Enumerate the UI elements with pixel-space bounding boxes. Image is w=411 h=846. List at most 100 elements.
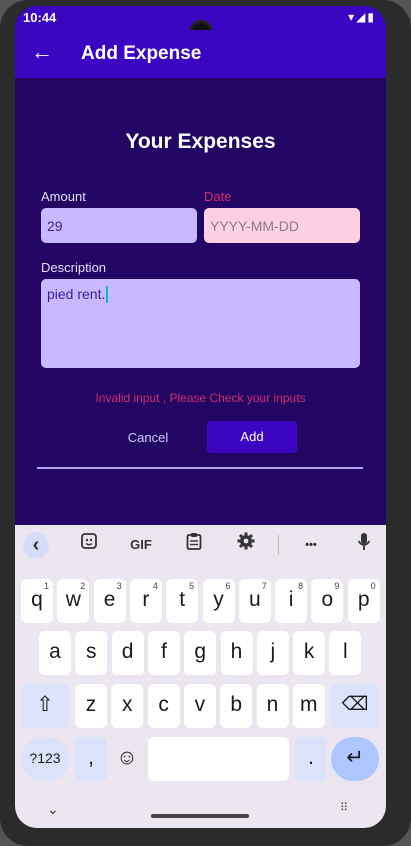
soft-keyboard: ‹ GIF ••• q1w2e3r4t5y6u7i8o9p0 asdfghjk	[15, 525, 386, 828]
key-e[interactable]: e3	[93, 579, 126, 623]
key-label: p	[357, 588, 370, 611]
key-hint: 9	[334, 581, 340, 591]
keyboard-toolbar: ‹ GIF •••	[15, 525, 386, 565]
key-u[interactable]: u7	[238, 579, 271, 623]
key-s[interactable]: s	[75, 631, 108, 675]
key-label: k	[303, 640, 315, 663]
key-hint: 0	[370, 581, 376, 591]
expense-form: Your Expenses Amount 29 Date YYYY-MM-DD …	[15, 78, 386, 524]
key-l[interactable]: l	[329, 631, 362, 675]
key-label: f	[160, 640, 167, 663]
key-label: h	[230, 640, 243, 663]
key-label: s	[86, 640, 97, 663]
key-j[interactable]: j	[256, 631, 289, 675]
settings-gear-icon[interactable]	[235, 532, 257, 558]
key-label: x	[122, 693, 133, 716]
navigation-handle[interactable]	[151, 814, 249, 818]
key-hint: 5	[189, 581, 195, 591]
key-label: u	[248, 588, 261, 611]
key-label: n	[266, 693, 279, 716]
key-label: i	[288, 588, 294, 611]
key-label: j	[270, 640, 276, 663]
key-f[interactable]: f	[147, 631, 180, 675]
key-label: t	[179, 588, 186, 611]
collapse-toolbar-icon[interactable]: ‹	[23, 532, 49, 558]
description-label: Description	[41, 260, 107, 275]
add-button[interactable]: Add	[207, 421, 297, 453]
key-hint: 3	[116, 581, 122, 591]
key-i[interactable]: i8	[275, 579, 308, 623]
description-field[interactable]: pied rent.	[41, 279, 360, 368]
app-bar-title: Add Expense	[81, 43, 202, 64]
app-bar: ← Add Expense	[15, 30, 386, 78]
key-label: w	[65, 588, 81, 611]
amount-field[interactable]: 29	[41, 208, 197, 243]
key-x[interactable]: x	[111, 684, 144, 728]
shift-key[interactable]: ⇧	[21, 684, 69, 728]
key-label: c	[158, 693, 169, 716]
key-a[interactable]: a	[39, 631, 71, 675]
comma-key[interactable]: ,	[75, 737, 107, 781]
screen: 10:44 ▾◢▮ ← Add Expense Your Expenses Am…	[15, 6, 386, 828]
key-n[interactable]: n	[256, 684, 289, 728]
key-label: o	[321, 588, 334, 611]
key-hint: 2	[80, 581, 86, 591]
key-h[interactable]: h	[220, 631, 253, 675]
key-t[interactable]: t5	[166, 579, 199, 623]
key-label: q	[31, 588, 43, 611]
key-label: a	[49, 640, 61, 663]
backspace-key[interactable]: ⌫	[331, 684, 379, 728]
keyboard-grid-icon[interactable]: ⠿	[340, 801, 348, 814]
microphone-icon[interactable]	[353, 532, 375, 558]
key-hint: 8	[298, 581, 304, 591]
sticker-icon[interactable]	[78, 532, 100, 558]
gif-button[interactable]: GIF	[127, 532, 155, 558]
emoji-key[interactable]: ☺	[111, 737, 143, 781]
key-label: z	[85, 693, 97, 716]
key-hint: 4	[152, 581, 158, 591]
back-arrow-icon[interactable]: ←	[31, 40, 53, 64]
key-y[interactable]: y6	[202, 579, 235, 623]
key-o[interactable]: o9	[311, 579, 344, 623]
hide-keyboard-icon[interactable]: ⌄	[47, 801, 59, 818]
key-label: d	[121, 640, 134, 663]
more-options-icon[interactable]: •••	[298, 532, 324, 558]
key-hint: 1	[43, 581, 49, 591]
key-r[interactable]: r4	[129, 579, 162, 623]
key-w[interactable]: w2	[57, 579, 90, 623]
key-k[interactable]: k	[293, 631, 326, 675]
description-text: pied rent.	[47, 286, 106, 302]
divider	[37, 467, 363, 469]
key-label: e	[103, 588, 116, 611]
period-key[interactable]: .	[295, 737, 327, 781]
status-icons: ▾◢▮	[348, 10, 376, 24]
clipboard-icon[interactable]	[183, 532, 205, 558]
key-v[interactable]: v	[183, 684, 216, 728]
key-q[interactable]: q1	[21, 579, 53, 623]
space-key[interactable]	[148, 737, 289, 781]
date-field[interactable]: YYYY-MM-DD	[204, 208, 360, 243]
key-m[interactable]: m	[292, 684, 325, 728]
key-label: l	[343, 640, 348, 663]
key-g[interactable]: g	[184, 631, 217, 675]
key-label: v	[194, 693, 206, 716]
error-message: Invalid input , Please Check your inputs	[95, 391, 306, 405]
date-label: Date	[204, 189, 232, 204]
key-label: r	[142, 588, 150, 611]
key-hint: 6	[225, 581, 231, 591]
key-d[interactable]: d	[111, 631, 144, 675]
text-cursor	[106, 286, 109, 303]
key-hint: 7	[261, 581, 267, 591]
enter-key[interactable]: ↵	[331, 737, 379, 781]
key-label: y	[213, 588, 224, 611]
key-z[interactable]: z	[75, 684, 107, 728]
key-c[interactable]: c	[147, 684, 180, 728]
key-label: g	[194, 640, 207, 663]
key-b[interactable]: b	[220, 684, 253, 728]
key-p[interactable]: p0	[347, 579, 380, 623]
symbols-key[interactable]: ?123	[21, 737, 69, 781]
key-label: b	[230, 693, 243, 716]
key-label: m	[300, 693, 318, 716]
cancel-button[interactable]: Cancel	[115, 430, 181, 448]
page-title: Your Expenses	[125, 130, 276, 153]
